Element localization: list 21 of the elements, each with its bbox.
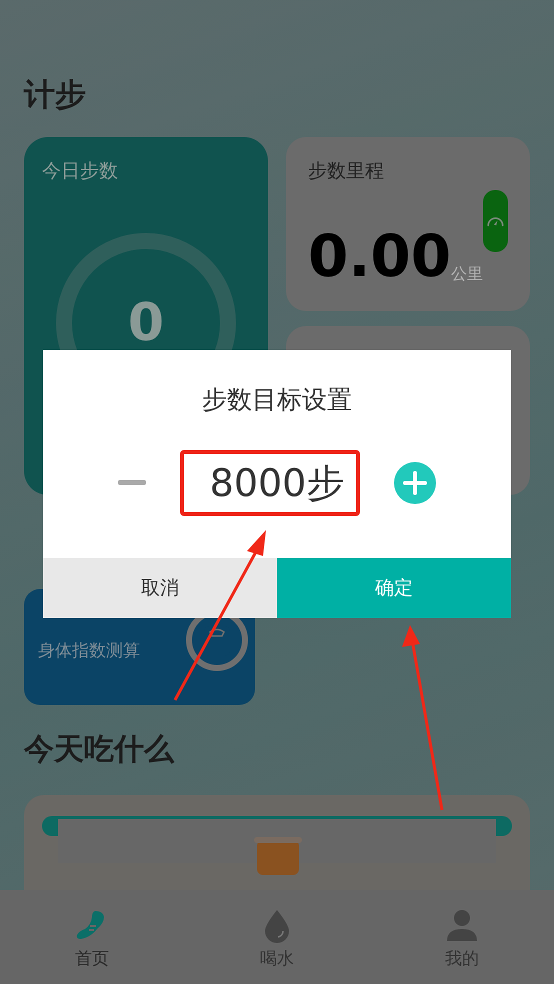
distance-value: 0.00 bbox=[308, 226, 452, 286]
person-icon bbox=[446, 909, 478, 944]
nav-tab[interactable]: 首页 bbox=[52, 890, 132, 984]
water-drop-icon bbox=[263, 909, 291, 944]
plus-icon bbox=[394, 462, 436, 504]
confirm-button[interactable]: 确定 bbox=[277, 558, 511, 618]
page-title: 计步 bbox=[24, 76, 87, 115]
card-subtitle: 身体指数测算 bbox=[38, 640, 141, 663]
minus-icon bbox=[118, 480, 146, 486]
plus-button[interactable] bbox=[394, 462, 436, 504]
step-count: 0 bbox=[126, 292, 166, 352]
distance-card[interactable]: 步数里程 0.00公里 bbox=[286, 137, 530, 311]
distance-unit: 公里 bbox=[451, 262, 484, 284]
section-title: 今天吃什么 bbox=[24, 731, 176, 769]
card-title: 步数里程 bbox=[308, 159, 385, 184]
card-title: 今日步数 bbox=[42, 159, 119, 184]
minus-button[interactable] bbox=[118, 480, 146, 486]
food-card-drawing[interactable] bbox=[24, 795, 530, 890]
gauge-icon bbox=[483, 190, 508, 252]
step-goal-value[interactable]: 8000步 bbox=[180, 450, 360, 516]
cancel-button[interactable]: 取消 bbox=[43, 558, 277, 618]
